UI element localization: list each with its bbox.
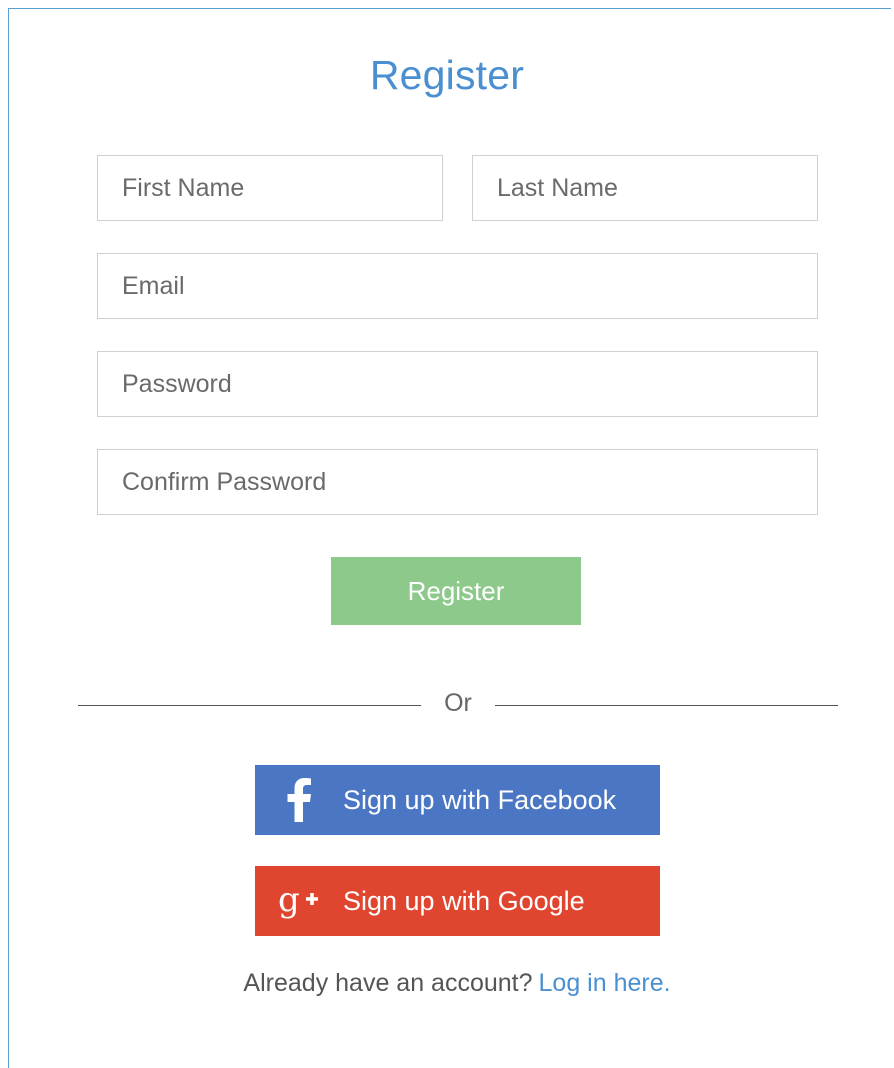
facebook-signup-button[interactable]: Sign up with Facebook: [255, 765, 660, 835]
login-prompt-text: Already have an account?: [243, 969, 533, 997]
register-button[interactable]: Register: [331, 557, 581, 625]
google-plus-icon: g: [255, 866, 343, 936]
svg-text:g: g: [278, 881, 300, 920]
facebook-signup-label: Sign up with Facebook: [343, 784, 617, 815]
login-prompt: Already have an account? Log in here.: [0, 969, 894, 998]
login-link[interactable]: Log in here.: [539, 969, 671, 997]
divider-text: Or: [444, 689, 472, 717]
divider-line-left: [78, 705, 421, 706]
page-title: Register: [369, 52, 525, 98]
google-signup-label: Sign up with Google: [343, 885, 585, 916]
divider-line-right: [495, 705, 838, 706]
first-name-field[interactable]: [97, 155, 443, 221]
email-field[interactable]: [97, 253, 818, 319]
last-name-field[interactable]: [472, 155, 818, 221]
facebook-icon: [255, 765, 343, 835]
google-signup-button[interactable]: g Sign up with Google: [255, 866, 660, 936]
password-field[interactable]: [97, 351, 818, 417]
confirm-password-field[interactable]: [97, 449, 818, 515]
